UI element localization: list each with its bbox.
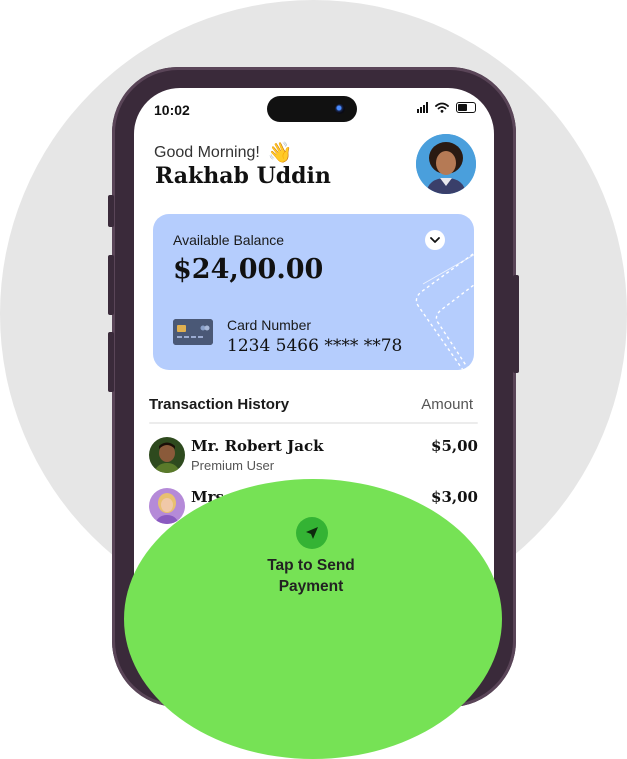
transaction-history-title: Transaction History [149, 396, 290, 413]
send-payment-line1: Tap to Send [267, 557, 355, 574]
status-time: 10:02 [154, 102, 190, 118]
dynamic-island [267, 96, 357, 122]
camera-icon [335, 104, 345, 114]
card-number-label: Card Number [227, 317, 312, 333]
balance-label: Available Balance [173, 232, 285, 248]
balance-card[interactable]: Available Balance $24,00.00 Card Number … [153, 214, 474, 370]
volume-down-button [108, 332, 114, 392]
balance-amount: $24,00.00 [173, 254, 324, 285]
greeting-text: Good Morning! [154, 143, 260, 161]
send-payment-line2: Payment [278, 578, 344, 595]
profile-avatar[interactable] [416, 134, 476, 194]
waving-hand-icon: 👋 [267, 142, 293, 164]
wifi-icon [435, 102, 449, 113]
signal-icon [417, 102, 428, 113]
transaction-amount: $5,00 [431, 437, 478, 455]
transaction-amount: $3,00 [431, 488, 478, 506]
divider [149, 422, 478, 424]
transaction-row[interactable]: Mr. Robert Jack Premium User $5,00 [149, 437, 478, 477]
transaction-subtitle: Premium User [191, 458, 275, 473]
battery-icon [456, 102, 476, 113]
transaction-name: Mr. Robert Jack [191, 437, 324, 455]
card-number: 1234 5466 **** **78 [227, 336, 403, 356]
chevron-down-icon[interactable] [425, 230, 445, 250]
card-decoration [415, 253, 474, 370]
send-arrow-icon[interactable] [296, 517, 328, 549]
send-payment-label[interactable]: Tap to Send Payment [211, 555, 411, 597]
amount-header: Amount [421, 396, 473, 413]
credit-card-icon [173, 319, 213, 345]
side-button [108, 195, 114, 227]
avatar [149, 437, 185, 473]
user-name[interactable]: Rakhab Uddin [155, 163, 331, 189]
greeting: Good Morning! 👋 [154, 140, 293, 165]
avatar-photo [416, 134, 476, 194]
volume-up-button [108, 255, 114, 315]
status-icons [417, 102, 476, 113]
power-button [513, 275, 519, 373]
